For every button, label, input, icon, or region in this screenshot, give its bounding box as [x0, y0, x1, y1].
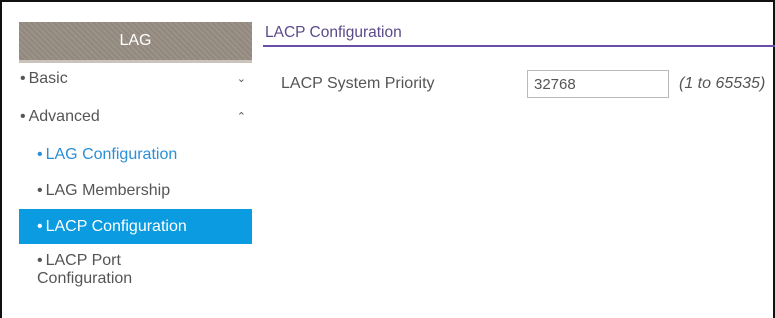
sidebar-item-label: LAG Configuration: [45, 146, 178, 163]
chevron-down-icon[interactable]: ⌄: [237, 66, 246, 92]
lacp-system-priority-label: LACP System Priority: [281, 75, 435, 92]
bullet-icon: •: [37, 146, 43, 163]
sidebar-item-lag-configuration[interactable]: • LAG Configuration: [19, 140, 252, 170]
sidebar: LAG • Basic ⌄ • Advanced ⌃ • LAG Configurat…: [19, 22, 252, 318]
sidebar-item-label: LAG Membership: [45, 182, 171, 199]
chevron-up-icon[interactable]: ⌃: [237, 104, 246, 130]
bullet-icon: •: [20, 70, 26, 87]
tab-underline: [263, 45, 775, 47]
lacp-system-priority-range: (1 to 65535): [679, 75, 766, 92]
tab-lacp-configuration[interactable]: LACP Configuration: [265, 24, 402, 42]
lacp-system-priority-input[interactable]: [527, 70, 669, 98]
sidebar-item-label: LACP Configuration: [45, 218, 187, 235]
sidebar-item-label: LACP Port: [45, 252, 121, 269]
bullet-icon: •: [37, 182, 43, 199]
sidebar-header: LAG: [19, 22, 252, 63]
sidebar-item-lacp-port-configuration[interactable]: • LACP Port Configuration: [19, 252, 252, 288]
sidebar-item-basic[interactable]: • Basic ⌄: [19, 66, 252, 92]
bullet-icon: •: [20, 108, 26, 125]
sidebar-item-label: Basic: [28, 70, 68, 87]
bullet-icon: •: [37, 218, 43, 235]
sidebar-item-label-line2: Configuration: [37, 270, 133, 287]
sidebar-header-label: LAG: [119, 32, 152, 49]
sidebar-item-advanced[interactable]: • Advanced ⌃: [19, 104, 252, 130]
sidebar-item-lag-membership[interactable]: • LAG Membership: [19, 176, 252, 206]
sidebar-item-lacp-configuration[interactable]: • LACP Configuration: [19, 209, 252, 244]
bullet-icon: •: [37, 252, 43, 269]
sidebar-item-label: Advanced: [28, 108, 100, 125]
